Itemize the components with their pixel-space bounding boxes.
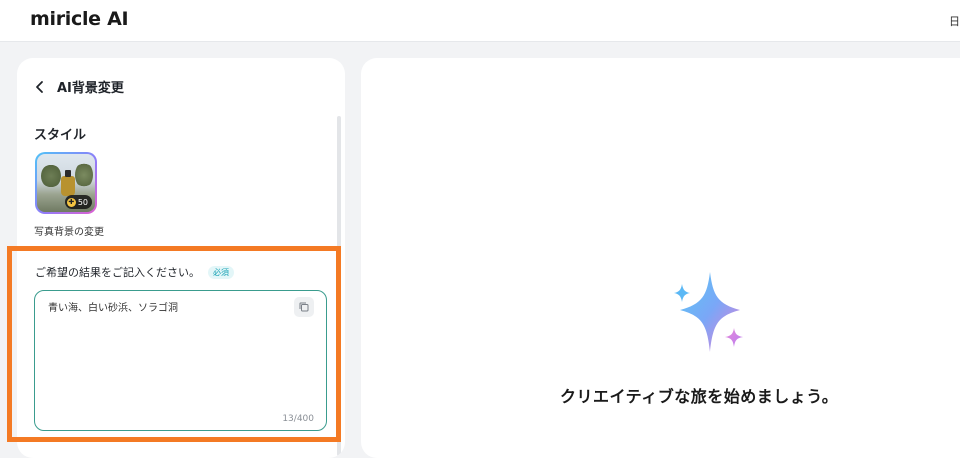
style-option-photo-background[interactable]: ✚ 50 — [35, 152, 97, 214]
coin-icon: ✚ — [66, 197, 76, 207]
style-thumbnail-image: ✚ 50 — [37, 154, 95, 212]
style-option-caption: 写真背景の変更 — [34, 227, 104, 238]
copy-icon — [298, 298, 310, 317]
prompt-textarea[interactable]: 青い海、白い砂浜、ソラゴ洞 13/400 — [34, 290, 327, 431]
empty-state-message: クリエイティブな旅を始めましょう。 — [560, 387, 839, 406]
panel-title: AI背景変更 — [57, 80, 124, 96]
copy-button[interactable] — [294, 297, 314, 317]
character-count: 13/400 — [282, 414, 314, 424]
chevron-left-icon[interactable] — [33, 79, 47, 93]
top-bar: miricle AI 日 — [0, 0, 960, 42]
language-switch[interactable]: 日 — [949, 13, 960, 29]
sparkle-icon — [670, 268, 752, 358]
style-section-label: スタイル — [34, 128, 87, 143]
prompt-text[interactable]: 青い海、白い砂浜、ソラゴ洞 — [48, 299, 288, 314]
required-badge: 必須 — [208, 265, 234, 279]
result-prompt-label-text: ご希望の結果をご記入ください。 — [35, 266, 200, 279]
credit-cost: 50 — [77, 197, 88, 207]
app-logo[interactable]: miricle AI — [30, 8, 129, 30]
credit-badge: ✚ 50 — [64, 195, 92, 209]
panel-header: AI背景変更 — [33, 76, 124, 96]
result-prompt-label: ご希望の結果をご記入ください。 必須 — [35, 264, 234, 280]
